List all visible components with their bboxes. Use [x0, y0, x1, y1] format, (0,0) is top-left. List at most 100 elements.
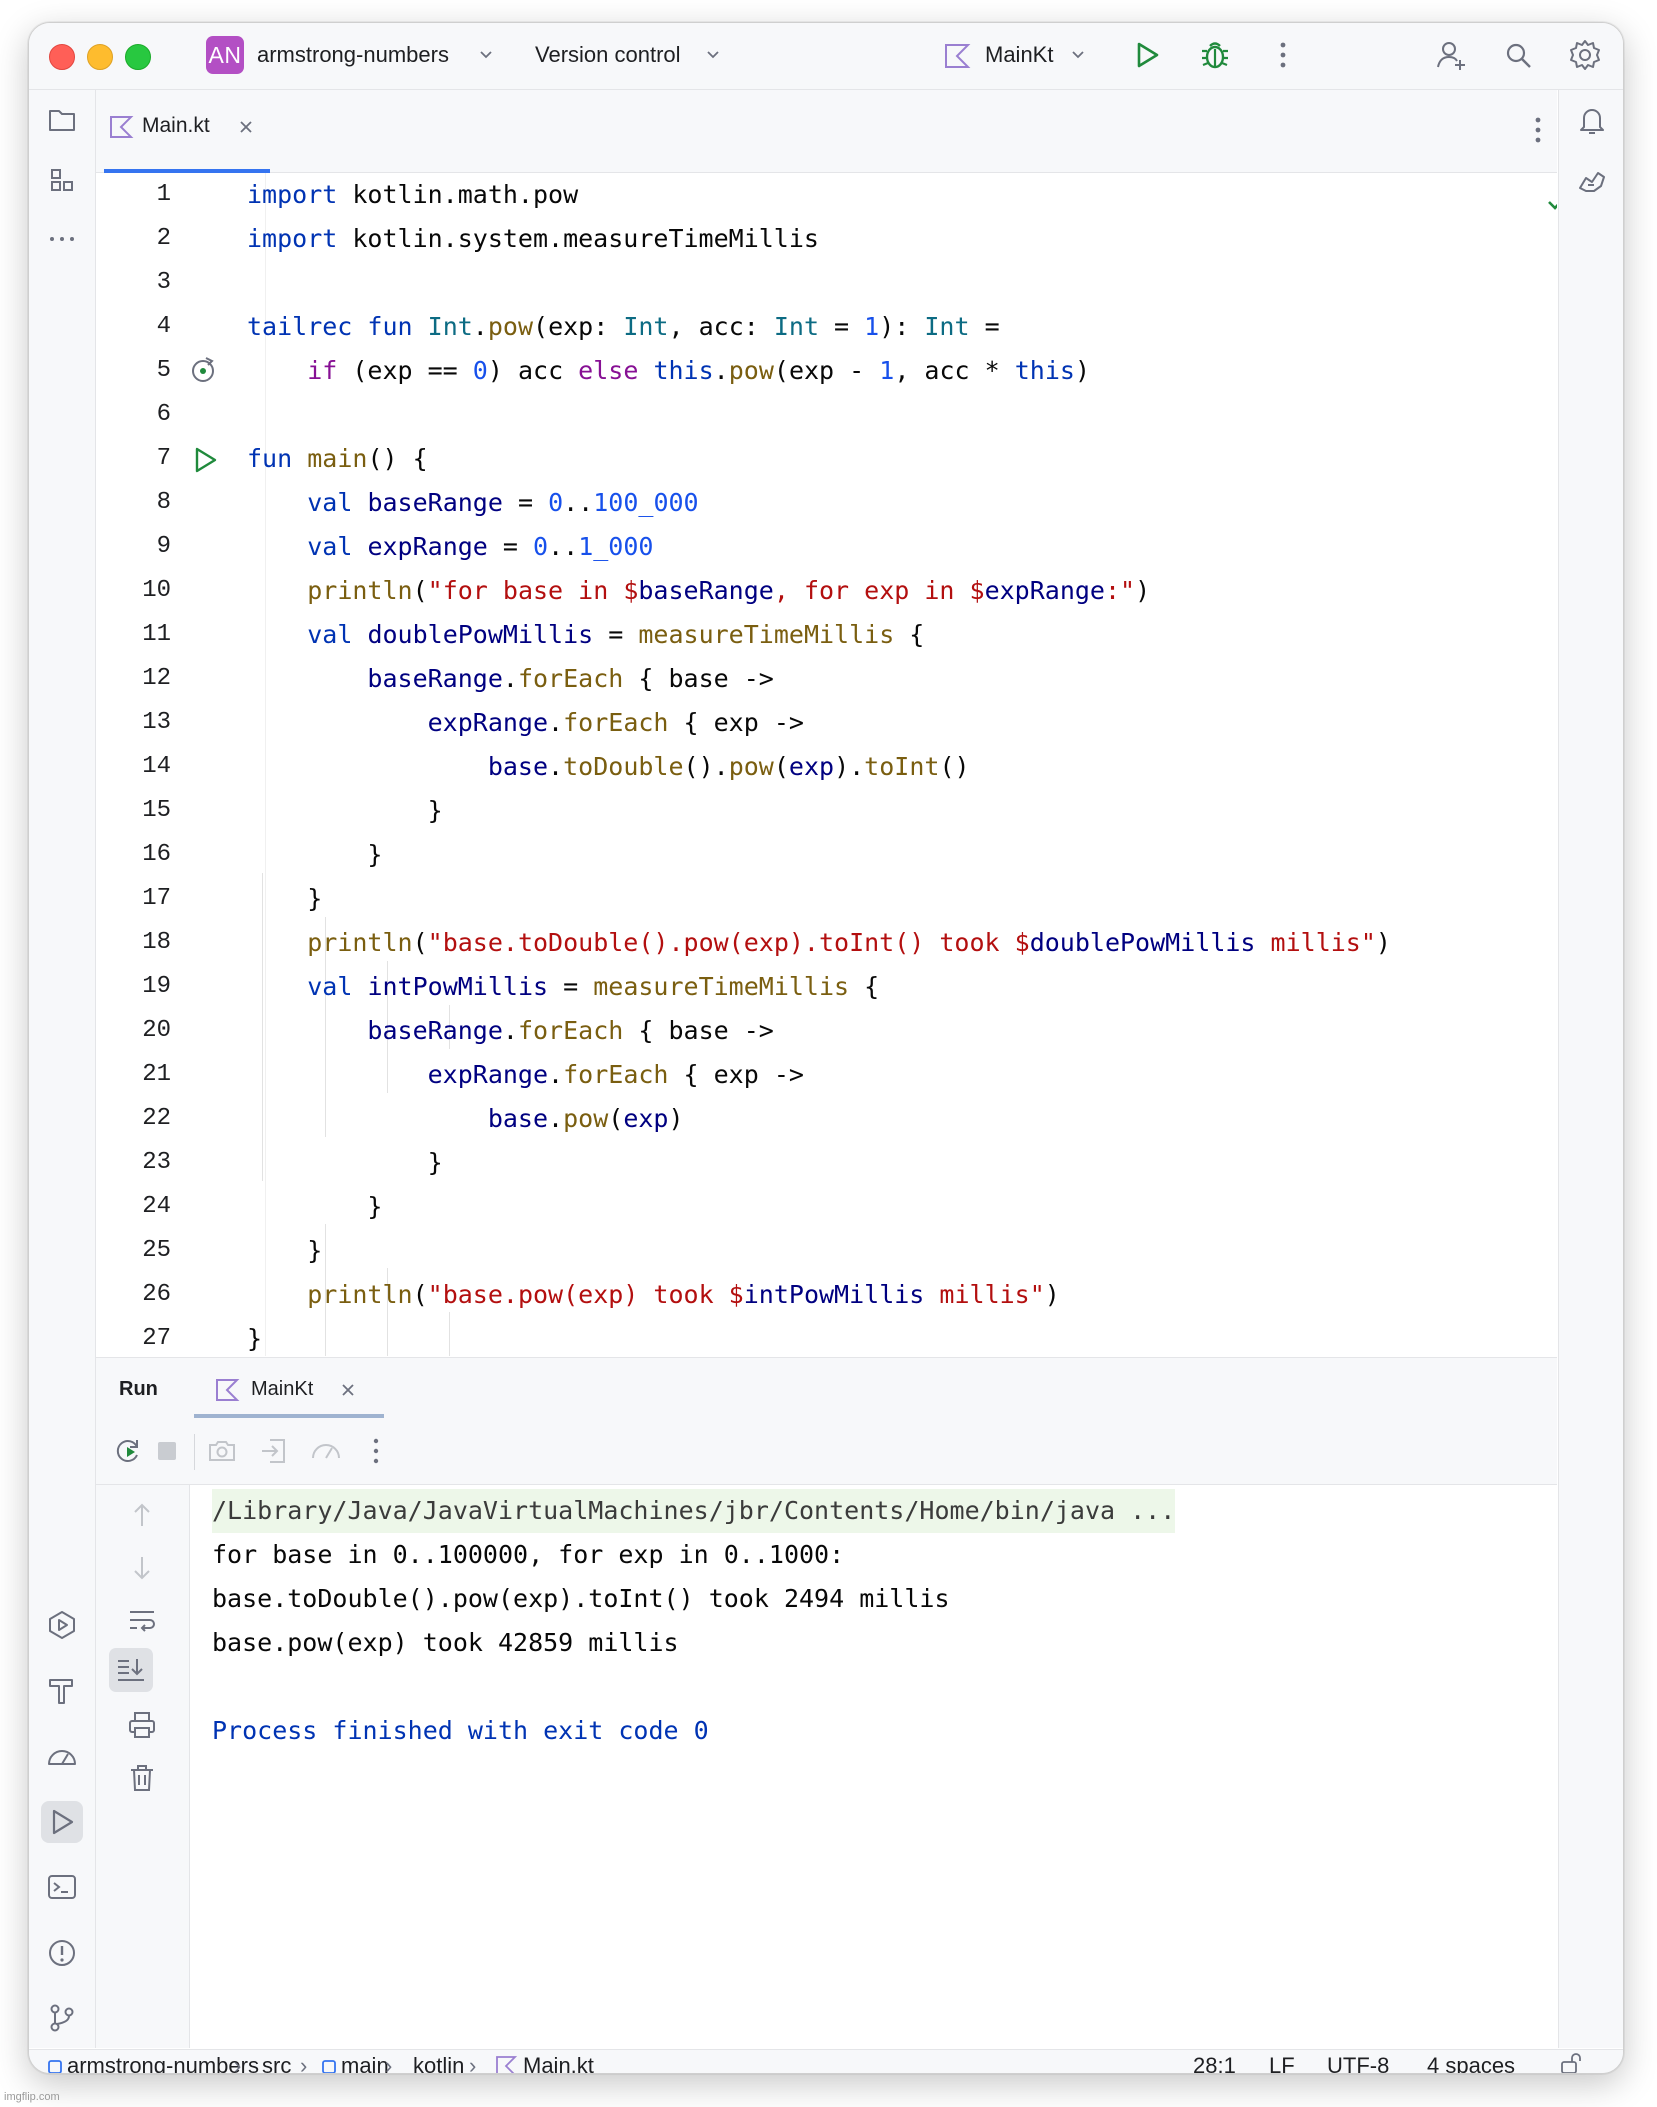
tab-main-kt[interactable]: Main.kt [104, 104, 270, 173]
print-icon[interactable] [124, 1707, 160, 1743]
code-line[interactable]: 21 expRange.forEach { exp -> [96, 1053, 1557, 1097]
code-text[interactable]: baseRange.forEach { base -> [247, 657, 773, 701]
code-line[interactable]: 2 import kotlin.system.measureTimeMillis [96, 217, 1557, 261]
scroll-down-arrow-icon[interactable] [124, 1550, 160, 1586]
git-branch-icon[interactable] [44, 2000, 80, 2036]
breadcrumb-src[interactable]: src [262, 2052, 291, 2073]
structure-icon[interactable] [44, 162, 80, 198]
chevron-down-icon[interactable] [1069, 45, 1087, 63]
code-text[interactable]: } [247, 877, 322, 921]
code-text[interactable]: fun main() { [247, 437, 428, 481]
code-line[interactable]: 9 val expRange = 0..1_000 [96, 525, 1557, 569]
code-text[interactable]: val doublePowMillis = measureTimeMillis … [247, 613, 924, 657]
zoom-window-button[interactable] [125, 44, 151, 70]
notifications-bell-icon[interactable] [1574, 102, 1610, 138]
add-user-icon[interactable] [1433, 37, 1469, 73]
code-line[interactable]: 19 val intPowMillis = measureTimeMillis … [96, 965, 1557, 1009]
code-line[interactable]: 4 tailrec fun Int.pow(exp: Int, acc: Int … [96, 305, 1557, 349]
code-text[interactable]: println("base.pow(exp) took $intPowMilli… [247, 1273, 1060, 1317]
scroll-to-end-toggle[interactable] [109, 1648, 153, 1692]
code-text[interactable]: tailrec fun Int.pow(exp: Int, acc: Int =… [247, 305, 1000, 349]
breadcrumb-main[interactable]: main [341, 2052, 389, 2073]
code-line[interactable]: 25 } [96, 1229, 1557, 1273]
scroll-up-arrow-icon[interactable] [124, 1497, 160, 1533]
code-line[interactable]: 20 baseRange.forEach { base -> [96, 1009, 1557, 1053]
code-text[interactable]: val intPowMillis = measureTimeMillis { [247, 965, 879, 1009]
code-line[interactable]: 16 } [96, 833, 1557, 877]
profiler-gauge-icon[interactable] [44, 1738, 80, 1774]
code-line[interactable]: 6 [96, 393, 1557, 437]
code-line[interactable]: 22 base.pow(exp) [96, 1097, 1557, 1141]
debug-icon[interactable] [1197, 37, 1233, 73]
code-line[interactable]: 24 } [96, 1185, 1557, 1229]
code-text[interactable]: } [247, 1317, 262, 1356]
close-icon[interactable] [339, 1381, 357, 1399]
code-text[interactable]: println("base.toDouble().pow(exp).toInt(… [247, 921, 1391, 965]
build-hammer-icon[interactable] [44, 1672, 80, 1708]
chevron-down-icon[interactable] [704, 45, 722, 63]
more-tools-icon[interactable] [44, 221, 80, 257]
run-configuration-selector[interactable]: MainKt [985, 42, 1053, 68]
services-icon[interactable] [44, 1607, 80, 1643]
chevron-down-icon[interactable] [477, 45, 495, 63]
dump-threads-camera-icon[interactable] [204, 1433, 240, 1469]
code-line[interactable]: 23 } [96, 1141, 1557, 1185]
code-text[interactable]: } [247, 833, 382, 877]
code-line[interactable]: 27} [96, 1317, 1557, 1356]
rerun-icon[interactable] [110, 1433, 146, 1469]
search-icon[interactable] [1500, 37, 1536, 73]
project-name-menu[interactable]: armstrong-numbers [257, 42, 449, 68]
code-line[interactable]: 3 [96, 261, 1557, 305]
code-text[interactable]: baseRange.forEach { base -> [247, 1009, 773, 1053]
code-line[interactable]: 8 val baseRange = 0..100_000 [96, 481, 1557, 525]
code-line[interactable]: 13 expRange.forEach { exp -> [96, 701, 1557, 745]
code-text[interactable]: if (exp == 0) acc else this.pow(exp - 1,… [247, 349, 1090, 393]
version-control-menu[interactable]: Version control [535, 42, 681, 68]
terminal-icon[interactable] [44, 1869, 80, 1905]
code-line[interactable]: 1 import kotlin.math.pow [96, 173, 1557, 217]
breadcrumb-project[interactable]: armstrong-numbers [67, 2052, 259, 2073]
code-text[interactable]: import kotlin.system.measureTimeMillis [247, 217, 819, 261]
code-text[interactable]: import kotlin.math.pow [247, 173, 578, 217]
code-text[interactable]: } [247, 789, 443, 833]
code-line[interactable]: 12 baseRange.forEach { base -> [96, 657, 1557, 701]
exit-icon[interactable] [256, 1433, 292, 1469]
line-separator[interactable]: LF [1269, 2052, 1295, 2073]
run-tab-mainkt[interactable]: MainKt [194, 1368, 384, 1420]
editor-options-icon[interactable] [1520, 112, 1556, 148]
code-text[interactable]: base.pow(exp) [247, 1097, 684, 1141]
code-line[interactable]: 11 val doublePowMillis = measureTimeMill… [96, 613, 1557, 657]
project-badge[interactable]: AN [206, 36, 244, 74]
soft-wrap-icon[interactable] [124, 1603, 160, 1639]
code-line[interactable]: 5 if (exp == 0) acc else this.pow(exp - … [96, 349, 1557, 393]
code-line[interactable]: 14 base.toDouble().pow(exp).toInt() [96, 745, 1557, 789]
code-line[interactable]: 15 } [96, 789, 1557, 833]
stop-icon[interactable] [149, 1433, 185, 1469]
code-editor[interactable]: 1 import kotlin.math.pow 2 import kotlin.sy… [96, 173, 1557, 1356]
clear-trash-icon[interactable] [124, 1760, 160, 1796]
cursor-position[interactable]: 28:1 [1193, 2052, 1236, 2073]
problems-icon[interactable] [44, 1935, 80, 1971]
code-line[interactable]: 10 println("for base in $baseRange, for … [96, 569, 1557, 613]
code-text[interactable]: println("for base in $baseRange, for exp… [247, 569, 1150, 613]
run-icon[interactable] [1129, 37, 1165, 73]
close-icon[interactable] [237, 118, 255, 136]
more-actions-icon[interactable] [358, 1433, 394, 1469]
settings-gear-icon[interactable] [1567, 37, 1603, 73]
code-line[interactable]: 18 println("base.toDouble().pow(exp).toI… [96, 921, 1557, 965]
code-text[interactable]: } [247, 1229, 322, 1273]
ai-assistant-icon[interactable] [1574, 164, 1610, 200]
code-text[interactable]: expRange.forEach { exp -> [247, 701, 804, 745]
minimize-window-button[interactable] [87, 44, 113, 70]
breadcrumb-file[interactable]: Main.kt [523, 2052, 594, 2073]
code-line[interactable]: 26 println("base.pow(exp) took $intPowMi… [96, 1273, 1557, 1317]
close-window-button[interactable] [49, 44, 75, 70]
run-console-output[interactable]: /Library/Java/JavaVirtualMachines/jbr/Co… [190, 1485, 1557, 2048]
code-text[interactable]: base.toDouble().pow(exp).toInt() [247, 745, 970, 789]
readonly-lock-icon[interactable] [1559, 2053, 1585, 2074]
code-line[interactable]: 17 } [96, 877, 1557, 921]
breadcrumb-kotlin[interactable]: kotlin [413, 2052, 464, 2073]
more-actions-icon[interactable] [1265, 37, 1301, 73]
code-text[interactable]: expRange.forEach { exp -> [247, 1053, 804, 1097]
profiler-icon[interactable] [308, 1433, 344, 1469]
